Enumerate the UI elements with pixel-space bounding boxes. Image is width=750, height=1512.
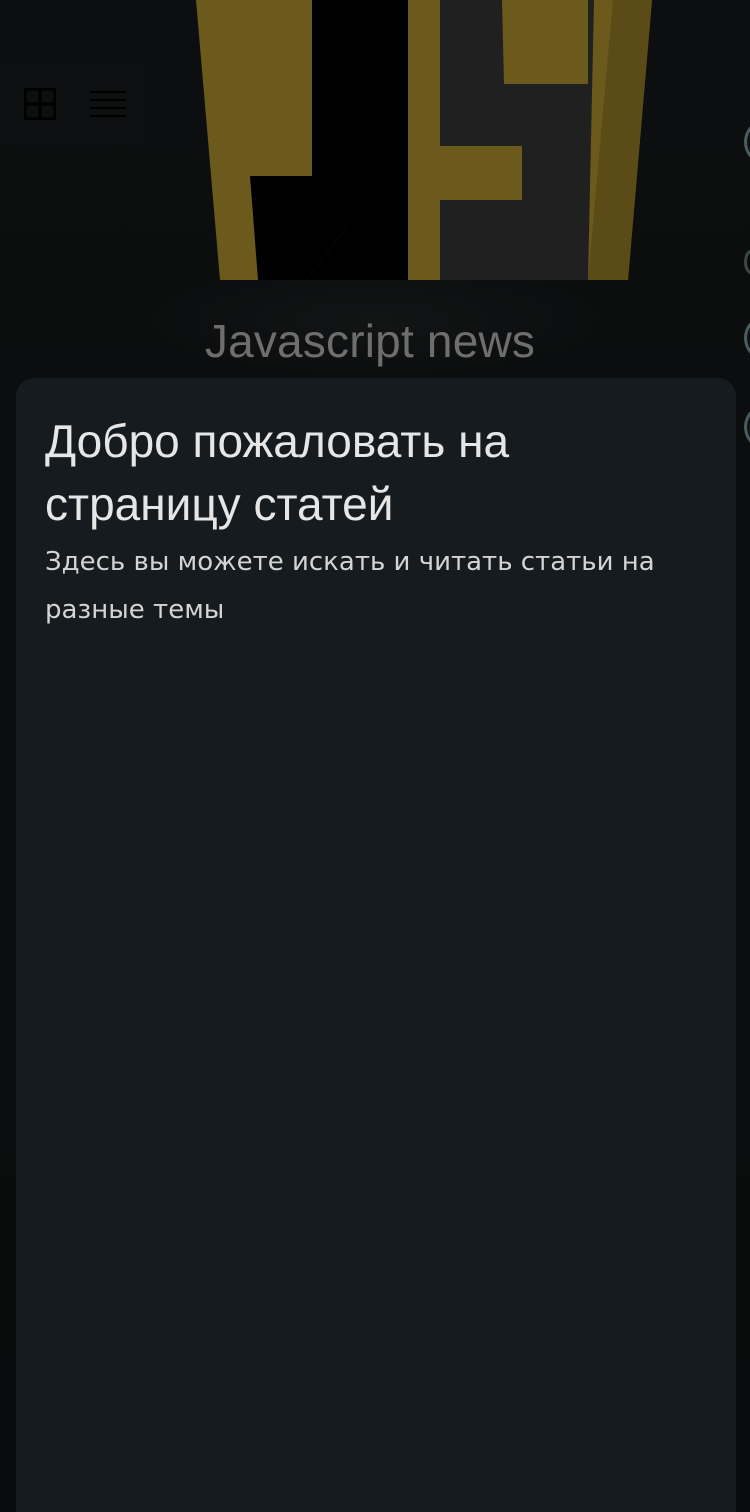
- site-title: Javascript news: [204, 315, 536, 367]
- js-logo: [196, 0, 652, 280]
- card-subtitle: Здесь вы можете искать и читать статьи н…: [45, 547, 655, 625]
- card-title: Добро пожаловать на страницу статей: [45, 415, 510, 530]
- welcome-card: Добро пожаловать на страницу статей Здес…: [16, 378, 736, 1512]
- side-button[interactable]: [744, 405, 750, 449]
- hamburger-menu-icon[interactable]: [90, 88, 126, 120]
- side-button[interactable]: [744, 316, 750, 360]
- grid-icon[interactable]: [24, 88, 56, 120]
- side-button[interactable]: [744, 120, 750, 164]
- side-indicator: [744, 250, 750, 274]
- page: Javascript news Добро пожаловать на стра…: [0, 0, 750, 1512]
